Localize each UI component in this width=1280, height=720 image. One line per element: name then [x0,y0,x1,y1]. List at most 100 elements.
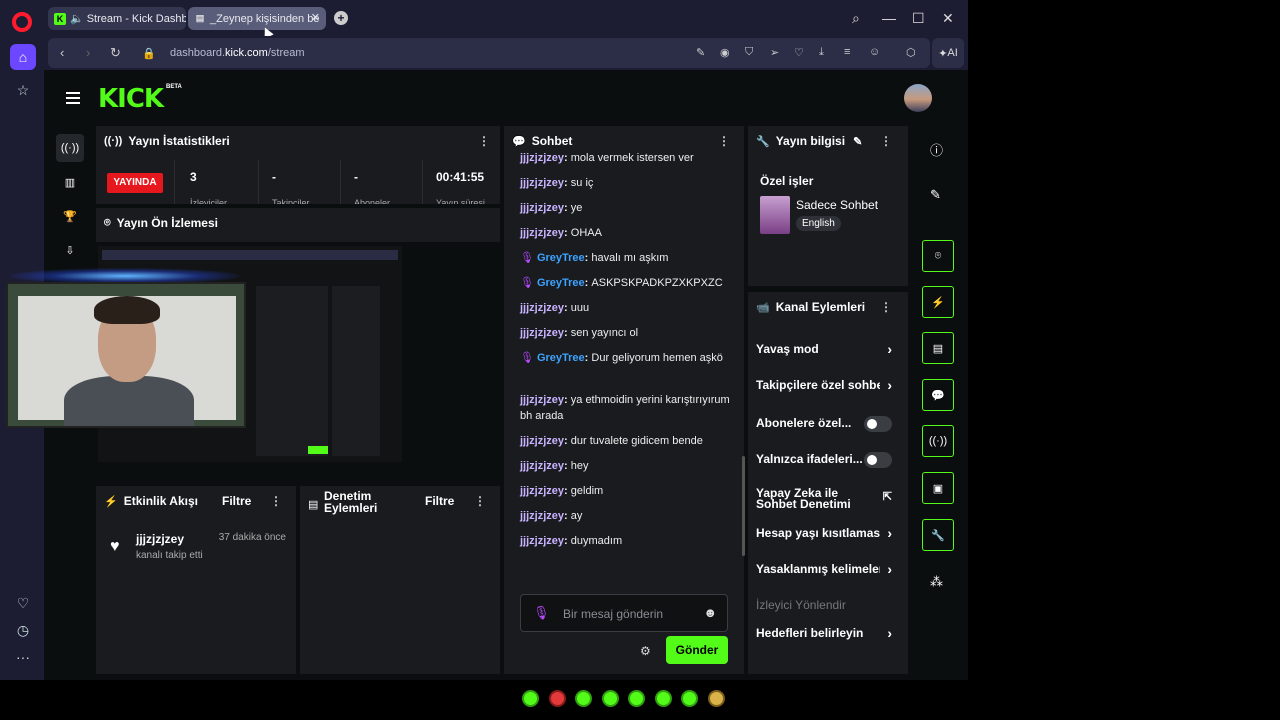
chat-separator: : [564,302,571,314]
chat-input[interactable]: 🎙 Bir mesaj gönderin ☻ [520,594,728,632]
action-row[interactable]: Yapay Zeka ile Sohbet Denetimi ⇱ [756,488,900,514]
home-icon[interactable]: ⌂ [10,44,36,70]
chat-settings-icon[interactable]: ⚙ [640,644,651,658]
shield-icon[interactable]: ⛉ [745,46,753,59]
cube-icon[interactable]: ⬡ [906,46,916,59]
stats-kebab-icon[interactable]: ⋮ [478,134,490,148]
chat-username[interactable]: GreyTree [537,277,585,289]
send-icon[interactable]: ➢ [770,46,779,59]
activity-kebab-icon[interactable]: ⋮ [270,494,282,508]
more-icon[interactable]: ··· [10,644,36,670]
emote-button[interactable] [654,690,672,707]
chat-username[interactable]: jjjzjzjzey [520,535,564,547]
history-icon[interactable]: ◷ [10,617,36,643]
emote-button[interactable] [575,690,592,707]
chat-username[interactable]: jjjzjzjzey [520,435,564,447]
ai-button[interactable]: ✦ AI [932,38,964,68]
chat-username[interactable]: jjjzjzjzey [520,202,564,214]
chat-toggle-button[interactable]: 💬 [922,379,954,411]
preview-toggle-button[interactable]: ⌾ [922,240,954,272]
favorite-heart-icon[interactable]: ♡ [794,46,804,59]
opera-logo-icon[interactable] [12,12,32,32]
action-row[interactable]: Abonelere özel... [756,416,900,432]
camera-icon[interactable]: ◉ [720,46,730,59]
actions-kebab-icon[interactable]: ⋮ [880,300,892,314]
emote-button[interactable] [707,690,725,707]
chat-username[interactable]: jjjzjzjzey [520,152,564,164]
emote-button[interactable] [601,690,619,707]
pencil-icon[interactable]: ✎ [930,187,941,203]
account-icon[interactable]: ☺ [869,46,880,58]
chat-username[interactable]: jjjzjzjzey [520,460,564,472]
analytics-rail-icon[interactable]: ▥ [56,168,84,196]
tab-kick-dashboard[interactable]: K 🔈 Stream - Kick Dashboa [48,7,186,30]
emote-button[interactable] [548,690,566,707]
stream-rail-icon[interactable]: ((·)) [56,134,84,162]
action-row[interactable]: Hedefleri belirleyin › [756,626,900,642]
category-name[interactable]: Sadece Sohbet [796,198,878,212]
action-row[interactable]: Yalnızca ifadeleri... [756,452,900,468]
back-icon[interactable]: ‹ [60,45,64,60]
actions-toggle-button[interactable]: ▣ [922,472,954,504]
chat-kebab-icon[interactable]: ⋮ [718,134,730,148]
chat-username[interactable]: jjjzjzjzey [520,394,564,406]
kick-logo[interactable]: KICK [98,84,164,114]
settings-sliders-icon[interactable]: ≡ [844,46,850,58]
action-row[interactable]: Yasaklanmış kelimeler › [756,562,900,578]
feed-user[interactable]: jjjzjzjzey [136,532,184,546]
reload-icon[interactable]: ↻ [110,45,121,61]
chat-username[interactable]: GreyTree [537,252,585,264]
send-button[interactable]: Gönder [666,636,728,664]
minimize-icon[interactable]: — [882,10,896,26]
moderation-kebab-icon[interactable]: ⋮ [474,494,486,508]
action-row[interactable]: Yavaş mod › [756,342,900,358]
tab-zeynep[interactable]: ▤ _Zeynep kişisinden be ✕ [188,7,326,30]
edit-pencil-icon[interactable]: ✎ [853,135,862,148]
upload-rail-icon[interactable]: ⇩ [56,236,84,264]
chat-username[interactable]: jjjzjzjzey [520,227,564,239]
menu-icon[interactable] [66,92,80,107]
chat-username[interactable]: jjjzjzjzey [520,302,564,314]
emote-button[interactable] [522,690,539,707]
info-icon[interactable]: ⓘ [930,140,943,159]
emoji-icon[interactable]: ☻ [703,605,717,620]
maximize-icon[interactable]: ☐ [912,10,925,27]
layout-dots-icon[interactable]: ⁂ [930,574,943,590]
new-tab-button[interactable]: + [334,11,348,25]
activity-filter-button[interactable]: Filtre [222,494,251,508]
forward-icon[interactable]: › [86,45,90,60]
avatar[interactable] [904,84,932,112]
activity-toggle-button[interactable]: ⚡ [922,286,954,318]
chat-username[interactable]: jjjzjzjzey [520,485,564,497]
search-tabs-icon[interactable]: ⌕ [852,10,860,27]
chat-username[interactable]: jjjzjzjzey [520,327,564,339]
action-row[interactable]: Hesap yaşı kısıtlaması › [756,526,900,542]
close-tab-icon[interactable]: ✕ [311,11,320,24]
download-icon[interactable]: ⤓ [819,46,824,59]
address-field[interactable]: ‹ › ↻ 🔒 dashboard.kick.com/stream ✎ ◉ ⛉ … [48,38,930,68]
moderation-toggle-button[interactable]: ▤ [922,332,954,364]
chat-username[interactable]: GreyTree [537,352,585,364]
info-kebab-icon[interactable]: ⋮ [880,134,892,148]
action-row[interactable]: Takipçilere özel sohbet › [756,378,900,394]
action-label: Hesap yaşı kısıtlaması [756,526,880,540]
url-text[interactable]: dashboard.kick.com/stream [170,47,305,59]
toggle-switch[interactable] [864,452,892,468]
chat-username[interactable]: jjjzjzjzey [520,177,564,189]
chat-scrollbar[interactable] [742,456,745,556]
heart-icon[interactable]: ♡ [10,590,36,616]
info-toggle-button[interactable]: 🔧 [922,519,954,551]
preview-actions [332,286,380,456]
emote-button[interactable] [681,690,698,707]
chat-username[interactable]: jjjzjzjzey [520,510,564,522]
moderation-filter-button[interactable]: Filtre [425,494,454,508]
star-icon[interactable]: ☆ [10,77,36,103]
chevron-right-icon: › [887,526,892,541]
toggle-switch[interactable] [864,416,892,432]
edit-icon[interactable]: ✎ [696,46,705,59]
trophy-rail-icon[interactable]: 🏆 [56,202,84,230]
microphone-icon[interactable]: 🎙 [533,605,550,621]
close-window-icon[interactable]: ✕ [942,10,954,27]
stats-toggle-button[interactable]: ((·)) [922,425,954,457]
emote-button[interactable] [628,690,645,707]
